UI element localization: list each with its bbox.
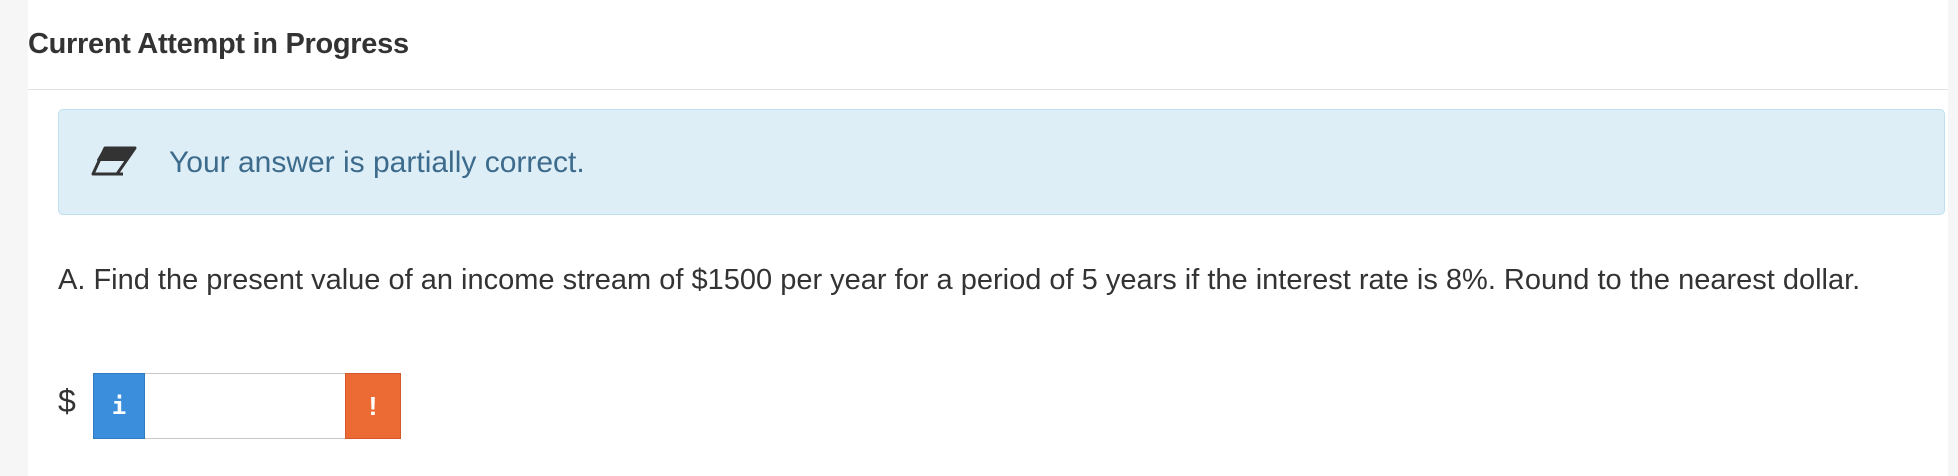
assignment-page: Current Attempt in Progress Your answer …	[28, 0, 1948, 476]
answer-input[interactable]	[145, 373, 345, 439]
warning-button[interactable]: !	[345, 373, 401, 439]
info-button[interactable]: i	[93, 373, 145, 439]
warning-icon: !	[368, 390, 378, 421]
feedback-alert: Your answer is partially correct.	[58, 109, 1945, 215]
feedback-message: Your answer is partially correct.	[169, 146, 585, 179]
currency-symbol: $	[58, 383, 76, 419]
question-text: A. Find the present value of an income s…	[58, 264, 1861, 296]
eraser-icon	[87, 142, 139, 182]
info-icon: i	[111, 392, 127, 420]
page-title: Current Attempt in Progress	[28, 28, 409, 60]
attempt-header: Current Attempt in Progress	[28, 0, 1948, 90]
